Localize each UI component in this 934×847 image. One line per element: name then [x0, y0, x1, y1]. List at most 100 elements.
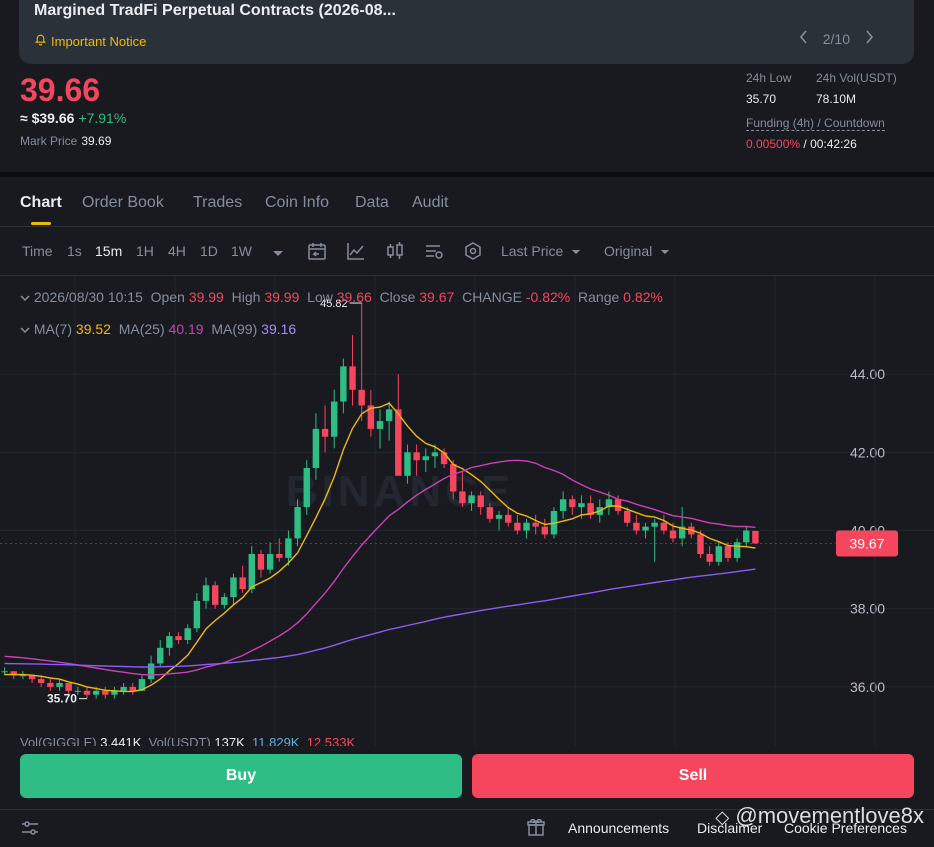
tab-bar: Chart Order Book Trades Coin Info Data A… [0, 178, 934, 227]
ma-collapse-icon[interactable] [20, 321, 34, 337]
candle-body [202, 585, 210, 601]
ohlc-readout: 2026/08/30 10:15 Open 39.99 High 39.99 L… [20, 289, 663, 305]
candle-body [321, 428, 329, 437]
interval-1w[interactable]: 1W [231, 243, 252, 259]
active-tab-indicator [31, 222, 51, 225]
candle-body [157, 647, 164, 664]
candle-body [541, 526, 549, 535]
user-watermark: ◇ @movementlove8x [715, 803, 924, 829]
candle-body [47, 683, 54, 687]
candle-body [65, 683, 72, 691]
candle-body [193, 600, 201, 629]
ma25-value: 40.19 [168, 321, 204, 337]
tab-data[interactable]: Data [355, 194, 389, 212]
ohlc-close: 39.67 [419, 289, 455, 305]
candle-type-icon[interactable] [385, 241, 405, 266]
chevron-right-icon[interactable] [864, 30, 874, 47]
candle-body [715, 546, 722, 562]
candle-body [257, 554, 265, 570]
tab-order-book[interactable]: Order Book [82, 194, 164, 212]
important-notice-link[interactable]: Important Notice [34, 33, 146, 49]
funding-separator: / [800, 137, 811, 151]
price-change: +7.91% [78, 110, 127, 126]
notice-card[interactable]: Margined TradFi Perpetual Contracts (202… [19, 0, 914, 64]
chevron-left-icon[interactable] [799, 30, 809, 47]
buy-button[interactable]: Buy [20, 754, 462, 798]
section-divider [0, 172, 934, 177]
view-select[interactable]: Original [604, 243, 670, 259]
candle-body [660, 522, 668, 531]
candle-body [450, 464, 457, 492]
funding-label[interactable]: Funding (4h) / Countdown [746, 116, 885, 131]
candle-body [569, 499, 576, 508]
calendar-icon[interactable] [307, 241, 327, 266]
mark-price: Mark Price 39.69 [20, 134, 111, 148]
candle-body [395, 409, 402, 476]
indicator-icon[interactable] [346, 241, 366, 266]
footer-announcements[interactable]: Announcements [568, 820, 669, 836]
price-type-select[interactable]: Last Price [501, 243, 581, 259]
chart-canvas[interactable]: 44.0042.0040.0038.0036.00BINANCE45.8235.… [0, 276, 934, 746]
ohlc-collapse-icon[interactable] [20, 289, 34, 305]
time-label[interactable]: Time [22, 243, 53, 259]
ohlc-high: 39.99 [264, 289, 300, 305]
candle-body [404, 452, 411, 476]
ma99-line [4, 568, 756, 668]
stat-low-value: 35.70 [746, 92, 777, 106]
candle-body [743, 530, 750, 543]
stat-vol-label: 24h Vol(USDT) [816, 71, 897, 85]
candle-body [440, 452, 448, 465]
candle-body [56, 683, 63, 687]
candle-body [248, 554, 256, 590]
candle-body [431, 452, 439, 457]
gift-icon[interactable] [527, 818, 545, 839]
candle-body [358, 389, 365, 406]
chart-toolbar: Time 1s 15m 1H 4H 1D 1W Last Price Origi… [0, 227, 934, 276]
depth-hexagon-icon[interactable] [463, 241, 483, 266]
ma-readout: MA(7) 39.52 MA(25) 40.19 MA(99) 39.16 [20, 321, 296, 337]
candle-body [422, 456, 429, 461]
vol-label: Vol(GIGGLE) [20, 735, 97, 746]
interval-dropdown-icon[interactable] [272, 245, 284, 263]
funding-value: 0.00500% / 00:42:26 [746, 137, 857, 151]
settings-icon[interactable] [424, 241, 444, 266]
ohlc-change-label: CHANGE [462, 289, 522, 305]
candle-body [340, 366, 347, 402]
candle-body [266, 554, 274, 570]
candle-body [294, 507, 301, 539]
low-marker-label: 35.70 [47, 692, 77, 706]
notice-pager: 2/10 [799, 30, 874, 47]
vol-usdt-value: 137K [214, 735, 245, 746]
stat-24h-low: 24h Low 35.70 [746, 71, 791, 106]
notice-title[interactable]: Margined TradFi Perpetual Contracts (202… [34, 2, 396, 20]
interval-1h[interactable]: 1H [136, 243, 154, 259]
candle-body [514, 522, 521, 531]
interval-1d[interactable]: 1D [200, 243, 218, 259]
tab-audit[interactable]: Audit [412, 194, 448, 212]
binance-diamond-icon: ◇ [715, 807, 730, 827]
last-price: 39.66 [20, 72, 101, 108]
candle-body [752, 530, 759, 544]
ohlc-datetime: 2026/08/30 10:15 [33, 289, 143, 305]
tab-trades[interactable]: Trades [193, 194, 242, 212]
tab-coin-info[interactable]: Coin Info [265, 194, 329, 212]
interval-4h[interactable]: 4H [168, 243, 186, 259]
stat-low-label: 24h Low [746, 71, 792, 85]
candle-body [276, 554, 283, 558]
sell-button[interactable]: Sell [472, 754, 914, 798]
candle-body [120, 686, 127, 691]
notice-page-counter: 2/10 [822, 30, 850, 47]
candle-body [285, 538, 292, 558]
ohlc-close-label: Close [379, 289, 416, 305]
interval-15m[interactable]: 15m [95, 243, 122, 259]
sliders-icon[interactable] [20, 819, 40, 840]
price-usd-line: ≈ $39.66 +7.91% [20, 110, 126, 126]
interval-1s[interactable]: 1s [67, 243, 82, 259]
candle-body [642, 526, 649, 531]
candle-body [349, 366, 356, 390]
vol-usdt-label: Vol(USDT) [148, 735, 211, 746]
price-chart[interactable]: 44.0042.0040.0038.0036.00BINANCE45.8235.… [0, 276, 934, 746]
price-type-label: Last Price [501, 243, 564, 259]
vol-v1: 11.829K [252, 735, 300, 746]
tab-chart[interactable]: Chart [20, 194, 62, 212]
